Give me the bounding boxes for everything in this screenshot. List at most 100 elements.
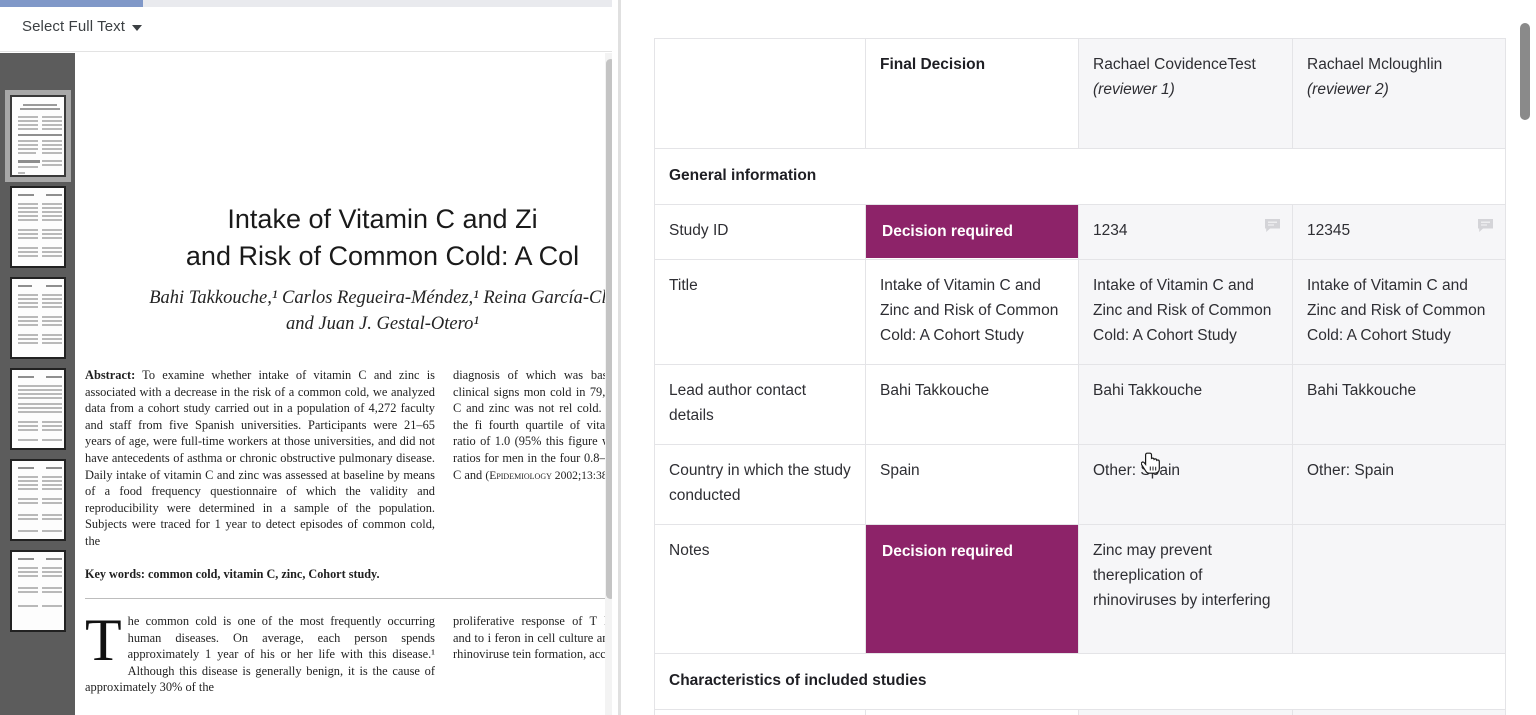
- pdf-thumbnail-page-5[interactable]: [9, 459, 66, 541]
- reviewer-2-value-title: Intake of Vitamin C and Zinc and Risk of…: [1307, 277, 1486, 344]
- reviewer-2-role: (reviewer 2): [1307, 81, 1389, 98]
- reviewer-1-name: Rachael CovidenceTest: [1093, 56, 1256, 73]
- final-decision-cell-title[interactable]: Intake of Vitamin C and Zinc and Risk of…: [865, 259, 1079, 365]
- table-row: Country in which the study conducted Spa…: [654, 444, 1506, 525]
- thumbnail-preview: [15, 100, 62, 174]
- reviewer-1-role: (reviewer 1): [1093, 81, 1175, 98]
- table-row: Title Intake of Vitamin C and Zinc and R…: [654, 259, 1506, 365]
- header-cell-reviewer-1: Rachael CovidenceTest (reviewer 1): [1078, 38, 1293, 149]
- reviewer-2-cell-title[interactable]: Intake of Vitamin C and Zinc and Risk of…: [1292, 259, 1506, 365]
- paper-keywords: Key words: common cold, vitamin C, zinc,…: [85, 566, 380, 581]
- reviewer-1-cell-methods[interactable]: [1078, 709, 1293, 715]
- paper-dropcap: T: [85, 607, 122, 673]
- paper-authors-line-2: and Juan J. Gestal-Otero¹: [286, 314, 479, 334]
- final-decision-cell-notes[interactable]: Decision required: [865, 524, 1079, 654]
- thumbnail-preview: [15, 282, 62, 354]
- abstract-text: To examine whether intake of vitamin C a…: [85, 368, 435, 548]
- pdf-page-content[interactable]: Intake of Vitamin C and Zi and Risk of C…: [75, 53, 612, 715]
- paper-horizontal-rule: [85, 598, 612, 599]
- pdf-thumbnail-page-4[interactable]: [9, 368, 66, 450]
- header-cell-reviewer-2: Rachael Mcloughlin (reviewer 2): [1292, 38, 1506, 149]
- paper-title-line-2: and Risk of Common Cold: A Col: [185, 241, 580, 271]
- thumbnail-preview: [15, 191, 62, 263]
- thumbnail-preview: [15, 464, 62, 536]
- reviewer-1-cell-lead-author[interactable]: Bahi Takkouche: [1078, 364, 1293, 445]
- paper-title-line-1: Intake of Vitamin C and Zi: [227, 204, 538, 234]
- reviewer-1-value-lead-author: Bahi Takkouche: [1093, 382, 1203, 399]
- abstract-text-col2: diagnosis of which was bas by additional…: [453, 368, 612, 482]
- section-title-characteristics: Characteristics of included studies: [654, 653, 1506, 710]
- final-value-country: Spain: [880, 462, 920, 479]
- pdf-thumbnail-page-1[interactable]: [4, 90, 71, 182]
- pdf-thumbnail-page-2[interactable]: [9, 186, 66, 268]
- table-row: Methods: [654, 709, 1506, 715]
- select-full-text-label: Select Full Text: [22, 18, 126, 35]
- row-label-lead-author: Lead author contact details: [654, 364, 866, 445]
- decision-required-badge[interactable]: Decision required: [866, 525, 1078, 653]
- pdf-thumbnail-rail[interactable]: [0, 53, 75, 715]
- paper-abstract-col-2: diagnosis of which was bas by additional…: [453, 367, 612, 484]
- paper-abstract-block: Abstract: To examine whether intake of v…: [75, 367, 612, 581]
- select-full-text-button[interactable]: Select Full Text: [22, 18, 143, 35]
- section-title-general-information: General information: [654, 148, 1506, 205]
- reviewer-1-value-title: Intake of Vitamin C and Zinc and Risk of…: [1093, 277, 1272, 344]
- paper-title: Intake of Vitamin C and Zi and Risk of C…: [75, 201, 612, 275]
- paper-authors-line-1: Bahi Takkouche,¹ Carlos Regueira-Méndez,…: [149, 288, 612, 308]
- paper-authors: Bahi Takkouche,¹ Carlos Regueira-Méndez,…: [75, 285, 612, 337]
- paper-citation: (Epidemiology 2002;13:38-: [485, 468, 612, 482]
- reviewer-2-cell-country[interactable]: Other: Spain: [1292, 444, 1506, 525]
- table-row: Study ID Decision required 1234 12345: [654, 204, 1506, 260]
- pdf-scrollbar-thumb[interactable]: [606, 59, 612, 599]
- chevron-down-icon: [132, 24, 143, 31]
- pdf-toolbar: Select Full Text: [0, 7, 612, 52]
- extraction-scrollbar-thumb[interactable]: [1520, 23, 1530, 120]
- reviewer-2-cell-methods[interactable]: [1292, 709, 1506, 715]
- decision-required-badge[interactable]: Decision required: [866, 205, 1078, 258]
- final-decision-cell-study-id[interactable]: Decision required: [865, 204, 1079, 260]
- reviewer-2-cell-notes[interactable]: [1292, 524, 1506, 654]
- application-root: Select Full Text Intake of Vitamin C and…: [0, 0, 1536, 715]
- reviewer-2-value-lead-author: Bahi Takkouche: [1307, 382, 1417, 399]
- header-cell-final-decision: Final Decision: [865, 38, 1079, 149]
- reviewer-1-cell-title[interactable]: Intake of Vitamin C and Zinc and Risk of…: [1078, 259, 1293, 365]
- table-row: Lead author contact details Bahi Takkouc…: [654, 364, 1506, 445]
- paper-body-text-1: he common cold is one of the most freque…: [85, 614, 435, 695]
- row-label-notes: Notes: [654, 524, 866, 654]
- reviewer-2-name: Rachael Mcloughlin: [1307, 56, 1443, 73]
- reviewer-1-value-country: Other: Spain: [1093, 462, 1181, 479]
- reviewer-2-cell-lead-author[interactable]: Bahi Takkouche: [1292, 364, 1506, 445]
- section-header-row: General information: [654, 148, 1506, 205]
- reviewer-1-cell-notes[interactable]: Zinc may prevent thereplication of rhino…: [1078, 524, 1293, 654]
- top-progress-strip: [0, 0, 612, 7]
- thumbnail-preview: [15, 373, 62, 445]
- reviewer-1-value-study-id: 1234: [1093, 222, 1128, 239]
- paper-abstract-col-1: Abstract: To examine whether intake of v…: [85, 367, 435, 582]
- section-header-row: Characteristics of included studies: [654, 653, 1506, 710]
- final-decision-cell-lead-author[interactable]: Bahi Takkouche: [865, 364, 1079, 445]
- thumbnail-preview: [15, 555, 62, 627]
- reviewer-1-value-notes: Zinc may prevent thereplication of rhino…: [1093, 542, 1271, 609]
- row-label-country: Country in which the study conducted: [654, 444, 866, 525]
- paper-body-col-2: proliferative response of T human subjec…: [453, 613, 612, 663]
- final-value-lead-author: Bahi Takkouche: [880, 382, 990, 399]
- row-label-study-id: Study ID: [654, 204, 866, 260]
- final-decision-cell-methods[interactable]: [865, 709, 1079, 715]
- reviewer-2-cell-study-id[interactable]: 12345: [1292, 204, 1506, 260]
- data-extraction-panel: Final Decision Rachael CovidenceTest (re…: [621, 0, 1536, 715]
- header-final-decision-label: Final Decision: [880, 56, 986, 73]
- table-row: Notes Decision required Zinc may prevent…: [654, 524, 1506, 654]
- final-decision-cell-country[interactable]: Spain: [865, 444, 1079, 525]
- row-label-methods: Methods: [654, 709, 866, 715]
- reviewer-2-value-study-id: 12345: [1307, 222, 1351, 239]
- comment-icon[interactable]: [1477, 216, 1494, 232]
- extraction-comparison-table: Final Decision Rachael CovidenceTest (re…: [654, 38, 1506, 715]
- pdf-thumbnail-page-6[interactable]: [9, 550, 66, 632]
- paper-body-text-2: proliferative response of T human subjec…: [453, 614, 612, 662]
- reviewer-1-cell-study-id[interactable]: 1234: [1078, 204, 1293, 260]
- row-label-title: Title: [654, 259, 866, 365]
- top-progress-fill: [0, 0, 143, 7]
- pdf-viewer-panel: Select Full Text Intake of Vitamin C and…: [0, 7, 612, 715]
- pdf-thumbnail-page-3[interactable]: [9, 277, 66, 359]
- reviewer-1-cell-country[interactable]: Other: Spain: [1078, 444, 1293, 525]
- comment-icon[interactable]: [1264, 216, 1281, 232]
